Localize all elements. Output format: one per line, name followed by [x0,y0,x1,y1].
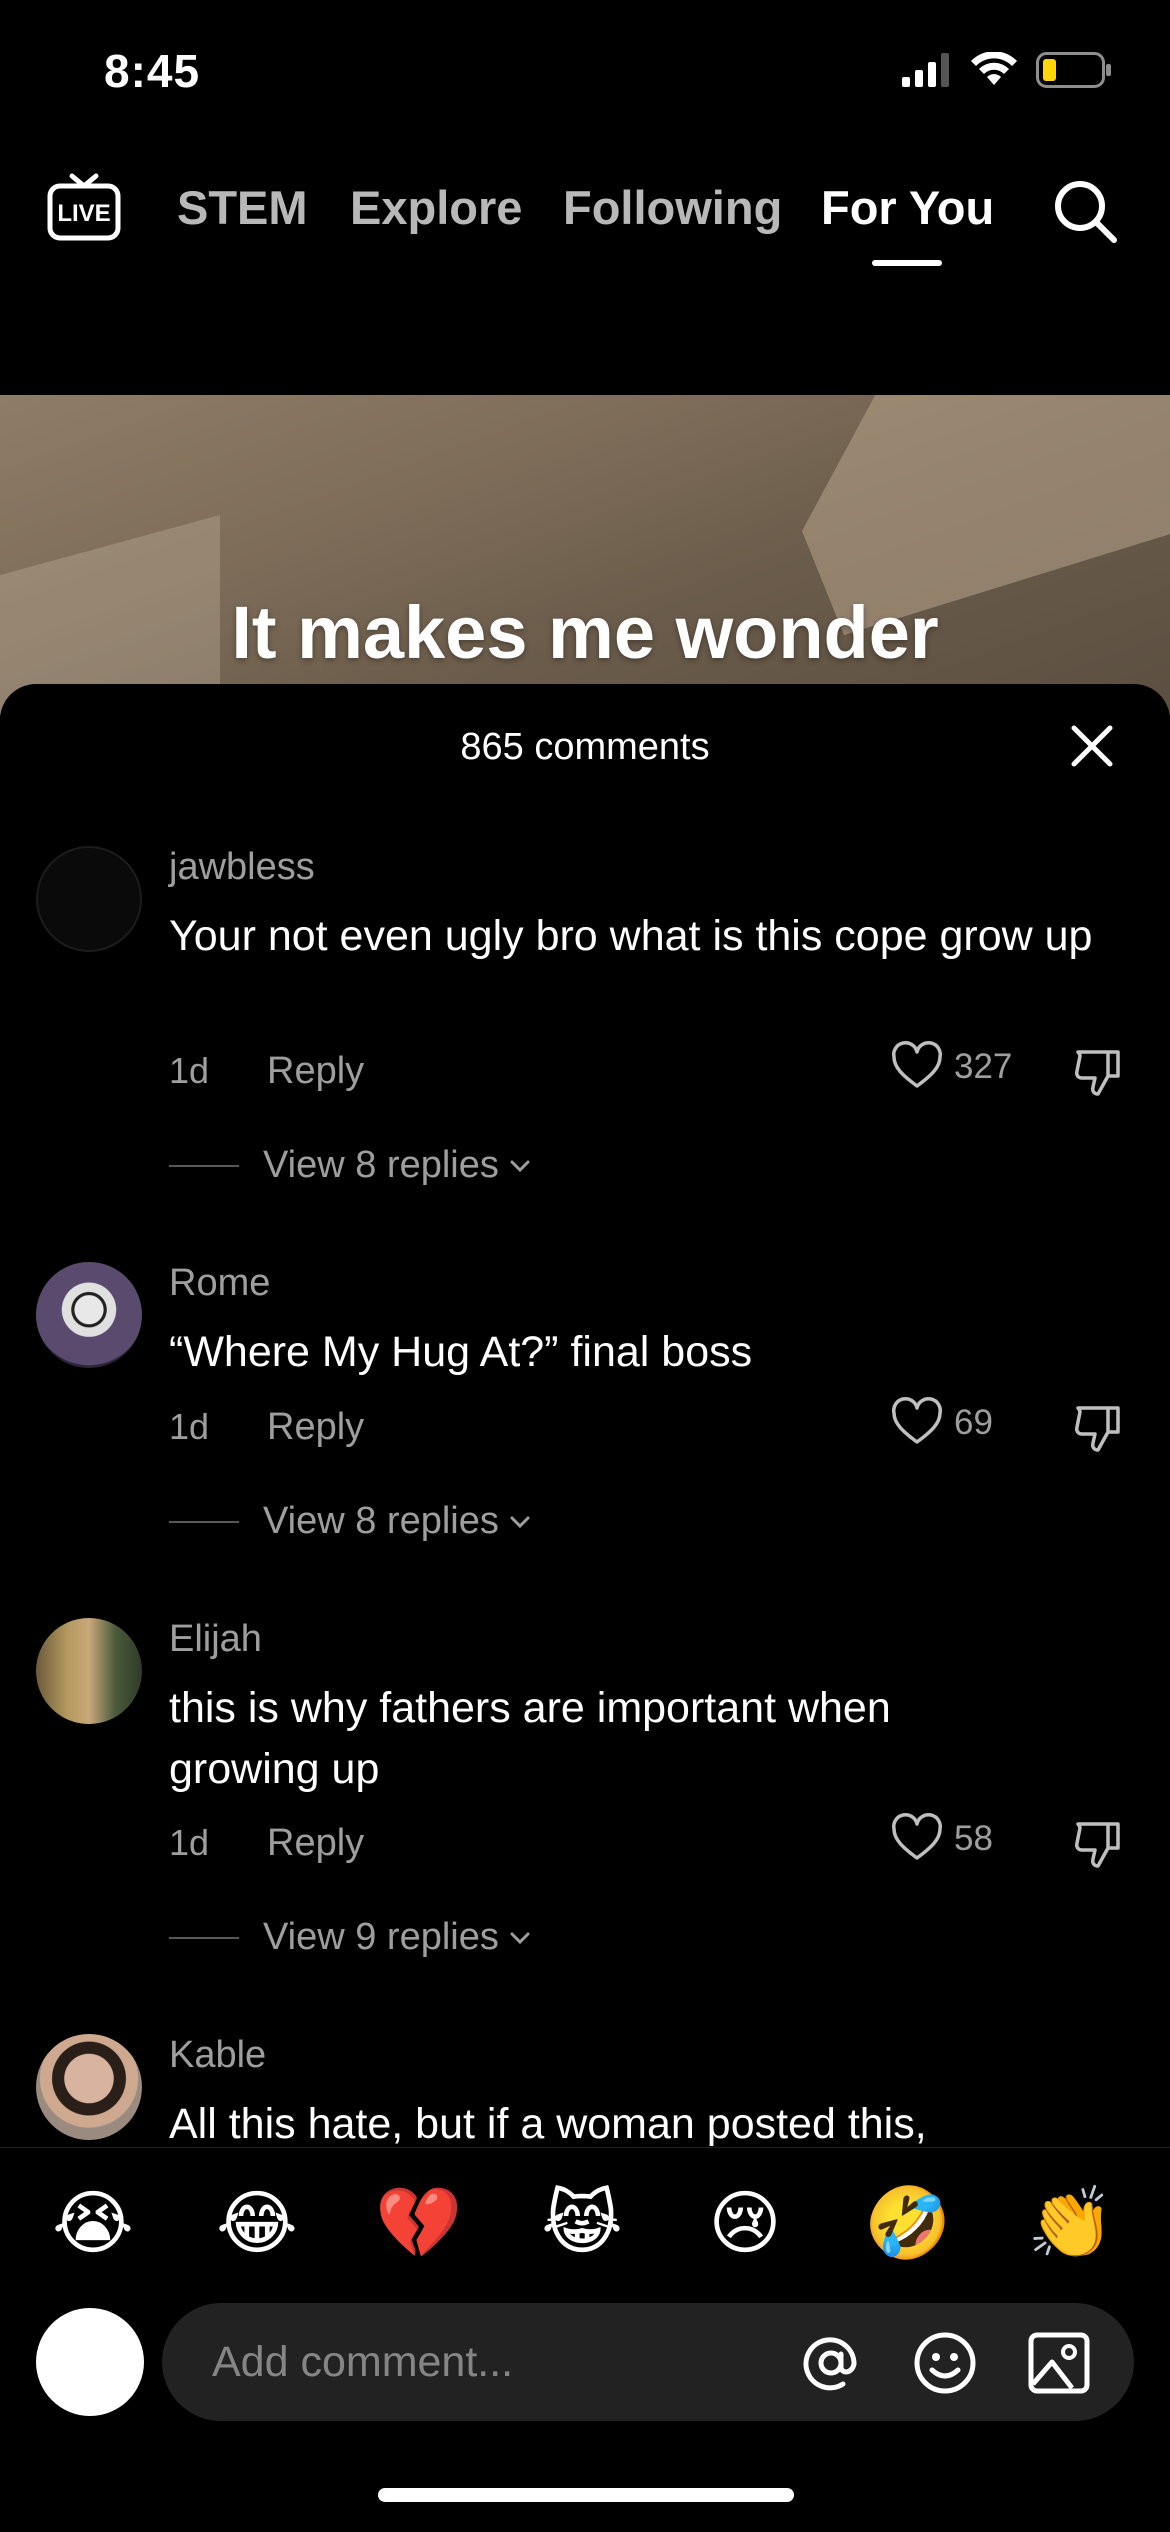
like-count: 327 [954,1047,1013,1086]
comment-age: 1d [169,1822,210,1863]
emoji-clapping[interactable]: 👏 [1026,2178,1116,2268]
comment-composer [162,2303,1134,2421]
reply-button[interactable]: Reply [267,1406,364,1449]
view-replies-label: View 8 replies [263,1500,499,1542]
view-replies-button[interactable]: View 8 replies [169,1500,533,1543]
dislike-icon[interactable] [1070,1816,1126,1872]
comment-text: All this hate, but if a woman posted thi… [169,2100,927,2146]
heart-icon [891,1813,943,1860]
emoji-crying[interactable]: 😢 [700,2178,790,2268]
comment-text: this is why fathers are important when g… [169,1684,891,1793]
dislike-icon[interactable] [1070,1400,1126,1456]
replies-divider-line [169,1164,239,1167]
composer-divider [0,2147,1170,2148]
video-preview[interactable]: It makes me wonder [0,395,1170,715]
comment-text: “Where My Hug At?” final boss [169,1328,753,1376]
like-button[interactable]: 69 [890,1396,993,1450]
quick-emoji-bar: 😭 😂 💔 😹 😢 🤣 👏 [0,2178,1170,2268]
chevron-down-icon [510,1932,530,1944]
dislike-icon[interactable] [1070,1044,1126,1100]
avatar[interactable] [36,2034,142,2140]
heart-icon [891,1041,943,1088]
battery-low-icon [1036,52,1111,88]
live-label: LIVE [57,200,110,227]
wifi-icon [971,52,1017,85]
avatar[interactable] [36,846,142,952]
mention-icon[interactable] [798,2330,864,2396]
emoji-cat-tears-of-joy[interactable]: 😹 [537,2178,627,2268]
chevron-down-icon [510,1160,530,1172]
status-time: 8:45 [104,45,201,97]
home-indicator[interactable] [378,2488,794,2502]
view-replies-label: View 8 replies [263,1144,499,1186]
comment-username[interactable]: Rome [169,1262,270,1305]
view-replies-button[interactable]: View 9 replies [169,1916,533,1959]
reply-button[interactable]: Reply [267,1822,364,1865]
tab-stem[interactable]: STEM [177,180,308,235]
emoji-broken-heart[interactable]: 💔 [374,2178,464,2268]
add-comment-input[interactable] [212,2323,772,2401]
avatar[interactable] [36,1618,142,1724]
status-icons [902,52,1112,88]
reply-button[interactable]: Reply [267,1050,364,1093]
cellular-signal-icon [902,53,949,87]
comment-username[interactable]: Elijah [169,1618,262,1661]
like-button[interactable]: 58 [890,1812,993,1866]
comment-username[interactable]: Kable [169,2034,266,2077]
comments-count: 865 comments [460,726,710,768]
like-count: 58 [954,1819,993,1858]
top-nav: LIVE STEM Explore Following For You [0,150,1170,300]
active-tab-indicator [872,260,942,266]
avatar[interactable] [36,1262,142,1368]
comment-username[interactable]: jawbless [169,846,315,889]
like-button[interactable]: 327 [890,1040,1012,1094]
emoji-tears-of-joy[interactable]: 😂 [212,2178,302,2268]
emoji-loudly-crying[interactable]: 😭 [48,2178,138,2268]
view-replies-label: View 9 replies [263,1916,499,1958]
emoji-rolling-laughing[interactable]: 🤣 [863,2178,953,2268]
view-replies-button[interactable]: View 8 replies [169,1144,533,1187]
status-bar: 8:45 [0,0,1170,150]
replies-divider-line [169,1936,239,1939]
tab-explore[interactable]: Explore [350,180,522,235]
video-caption: It makes me wonder [231,591,939,674]
tab-following[interactable]: Following [563,180,782,235]
heart-icon [891,1397,943,1444]
comment-age: 1d [169,1050,210,1091]
chevron-down-icon [510,1516,530,1528]
comment-age: 1d [169,1406,210,1447]
replies-divider-line [169,1520,239,1523]
comment-text: Your not even ugly bro what is this cope… [169,912,1093,960]
image-icon[interactable] [1026,2330,1092,2396]
close-icon[interactable] [1068,722,1116,770]
current-user-avatar[interactable] [36,2308,144,2416]
emoji-icon[interactable] [912,2330,978,2396]
live-tv-icon[interactable]: LIVE [46,168,122,244]
comments-header: 865 comments [0,684,1170,804]
tab-for-you[interactable]: For You [821,180,994,235]
like-count: 69 [954,1403,993,1442]
search-icon[interactable] [1050,176,1120,246]
